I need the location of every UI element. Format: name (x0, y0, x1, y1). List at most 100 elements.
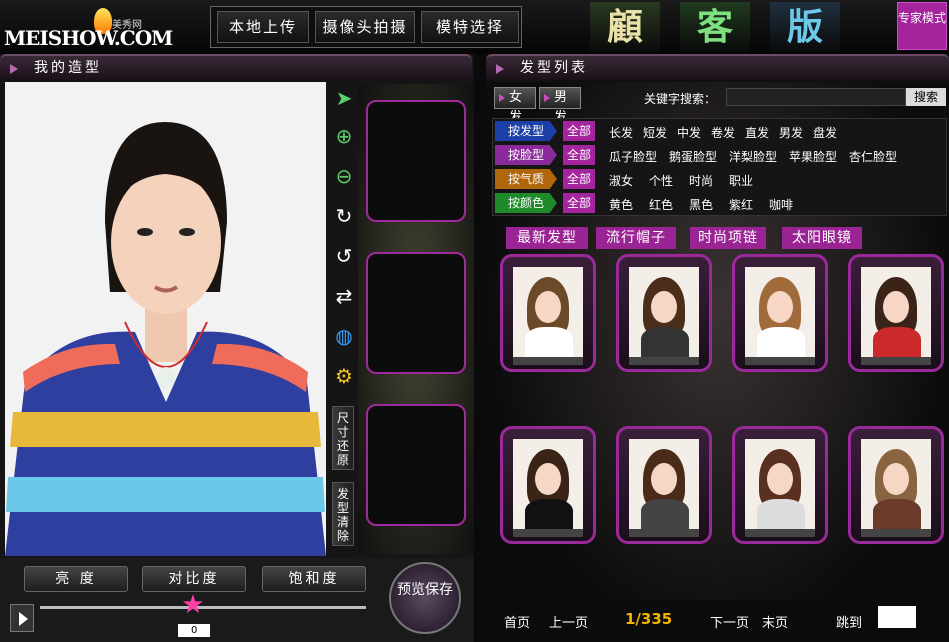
recent-style-slot[interactable] (366, 100, 466, 222)
filter-option[interactable]: 短发 (643, 125, 667, 141)
logo-text: MEISHOW.COM (4, 26, 173, 50)
header-arrow-icon (496, 64, 504, 74)
prev-page-link[interactable]: 上一页 (549, 612, 588, 631)
filter-option[interactable]: 卷发 (711, 125, 735, 141)
preview-save-button[interactable]: 预览保存 (389, 562, 461, 634)
card-caption-bar (513, 529, 583, 537)
filter-option[interactable]: 长发 (609, 125, 633, 141)
face-shape (535, 463, 561, 495)
filter-option[interactable]: 中发 (677, 125, 701, 141)
camera-capture-button[interactable]: 摄像头拍摄 (315, 11, 415, 43)
filter-option[interactable]: 黑色 (689, 197, 713, 213)
hair-style-card[interactable] (732, 254, 828, 372)
search-button[interactable]: 搜索 (906, 88, 946, 106)
clothing-shape (641, 499, 689, 529)
brightness-button[interactable]: 亮 度 (24, 566, 128, 592)
filter-option[interactable]: 瓜子脸型 (609, 149, 657, 165)
filter-option[interactable]: 时尚 (689, 173, 713, 189)
hair-style-card[interactable] (616, 426, 712, 544)
card-caption-bar (745, 357, 815, 365)
filter-all-option[interactable]: 全部 (563, 193, 595, 213)
play-icon[interactable] (10, 604, 34, 632)
hair-style-photo (745, 439, 815, 529)
filter-option[interactable]: 直发 (745, 125, 769, 141)
clothing-shape (873, 327, 921, 357)
model-select-button[interactable]: 模特选择 (421, 11, 519, 43)
face-shape (651, 291, 677, 323)
keyword-search-input[interactable] (726, 88, 906, 106)
recent-style-slot[interactable] (366, 404, 466, 526)
filter-option[interactable]: 淑女 (609, 173, 633, 189)
contrast-button[interactable]: 对比度 (142, 566, 246, 592)
filter-option[interactable]: 鹅蛋脸型 (669, 149, 717, 165)
filter-option[interactable]: 红色 (649, 197, 673, 213)
local-upload-button[interactable]: 本地上传 (217, 11, 309, 43)
tab-sunglasses[interactable]: 太阳眼镜 (782, 227, 862, 249)
clothing-shape (641, 327, 689, 357)
filter-all-option[interactable]: 全部 (563, 169, 595, 189)
hair-clear-button[interactable]: 发型清除 (332, 482, 354, 546)
tab-arrow-icon (499, 94, 505, 102)
hair-style-card[interactable] (732, 426, 828, 544)
filter-category-label: 按颜色 (495, 193, 557, 213)
mode-title-char-1: 顧 (590, 2, 660, 52)
last-page-link[interactable]: 末页 (762, 612, 788, 631)
size-reset-button[interactable]: 尺寸还原 (332, 406, 354, 470)
hair-style-card[interactable] (848, 254, 944, 372)
hair-style-photo (745, 267, 815, 357)
zoom-out-icon[interactable]: ⊖ (332, 164, 356, 188)
saturation-button[interactable]: 饱和度 (262, 566, 366, 592)
filter-all-option[interactable]: 全部 (563, 121, 595, 141)
male-hair-tab[interactable]: 男发 (539, 87, 581, 125)
filter-category-label: 按脸型 (495, 145, 557, 165)
hair-style-card[interactable] (500, 426, 596, 544)
filter-option[interactable]: 盘发 (813, 125, 837, 141)
female-hair-tab[interactable]: 女发 (494, 87, 536, 125)
hair-style-card[interactable] (848, 426, 944, 544)
expert-mode-button[interactable]: 专家模式 (897, 2, 947, 50)
portrait-photo[interactable] (5, 82, 326, 556)
globe-icon[interactable]: ◍ (332, 324, 356, 348)
recent-style-slot[interactable] (366, 252, 466, 374)
filter-option[interactable]: 黄色 (609, 197, 633, 213)
rotate-ccw-icon[interactable]: ↺ (332, 244, 356, 268)
keyword-search-label: 关键字搜索： (644, 92, 717, 106)
hair-style-photo (513, 439, 583, 529)
rotate-cw-icon[interactable]: ↻ (332, 204, 356, 228)
filter-option[interactable]: 紫红 (729, 197, 753, 213)
header-arrow-icon (10, 64, 18, 74)
zoom-in-icon[interactable]: ⊕ (332, 124, 356, 148)
mode-title-char-2: 客 (680, 2, 750, 52)
hair-style-photo (861, 267, 931, 357)
tab-fashion-necklace[interactable]: 时尚项链 (690, 227, 766, 249)
filter-option[interactable]: 洋梨脸型 (729, 149, 777, 165)
hair-style-card[interactable] (616, 254, 712, 372)
pointer-icon[interactable]: ➤ (332, 86, 356, 110)
hair-style-card[interactable] (500, 254, 596, 372)
tab-trendy-hats[interactable]: 流行帽子 (596, 227, 676, 249)
filter-option[interactable]: 杏仁脸型 (849, 149, 897, 165)
filter-row: 按发型 全部 长发 短发 中发 卷发 直发 男发 盘发 (493, 119, 948, 141)
flip-icon[interactable]: ⇄ (332, 284, 356, 308)
logo: 美秀网 MEISHOW.COM (4, 6, 184, 50)
hair-style-photo (629, 439, 699, 529)
hair-list-header: 发型列表 (486, 54, 949, 80)
filter-option[interactable]: 个性 (649, 173, 673, 189)
filter-option[interactable]: 男发 (779, 125, 803, 141)
face-shape (535, 291, 561, 323)
filter-option[interactable]: 职业 (729, 173, 753, 189)
filter-option[interactable]: 咖啡 (769, 197, 793, 213)
jump-page-input[interactable] (878, 606, 916, 628)
first-page-link[interactable]: 首页 (504, 612, 530, 631)
next-page-link[interactable]: 下一页 (710, 612, 749, 631)
filter-option[interactable]: 苹果脸型 (789, 149, 837, 165)
slider-handle-star-icon[interactable]: ★ (181, 592, 204, 618)
clothing-shape (525, 499, 573, 529)
filter-all-option[interactable]: 全部 (563, 145, 595, 165)
card-caption-bar (861, 529, 931, 537)
my-style-header: 我的造型 (0, 54, 472, 80)
clothing-shape (873, 499, 921, 529)
gear-icon[interactable]: ⚙ (332, 364, 356, 388)
tab-latest-hair[interactable]: 最新发型 (506, 227, 588, 249)
clothing-shape (757, 327, 805, 357)
